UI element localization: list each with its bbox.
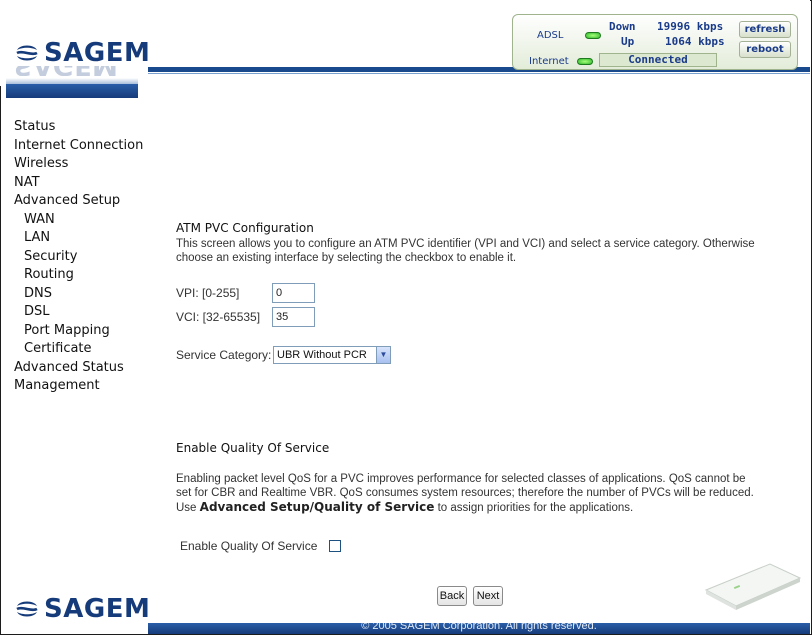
qos-checkbox[interactable] (329, 540, 341, 552)
atm-section-title: ATM PVC Configuration (176, 221, 314, 235)
vpi-input[interactable] (272, 283, 315, 303)
nav-item-port-mapping[interactable]: Port Mapping (14, 322, 143, 341)
nav-item-internet-connection[interactable]: Internet Connection (14, 137, 143, 156)
header-divider-thin (148, 73, 810, 74)
nav-item-advanced-status[interactable]: Advanced Status (14, 359, 143, 378)
nav-item-dns[interactable]: DNS (14, 285, 143, 304)
qos-section-title: Enable Quality Of Service (176, 441, 330, 455)
nav-item-nat[interactable]: NAT (14, 174, 143, 193)
copyright-text: © 2005 SAGEM Corporation. All rights res… (361, 623, 597, 632)
sagem-logo-icon (16, 601, 38, 617)
connection-status: Connected (599, 53, 717, 67)
up-label: Up (621, 35, 635, 48)
refresh-button[interactable]: refresh (739, 21, 791, 38)
footer-bar: © 2005 SAGEM Corporation. All rights res… (148, 623, 810, 634)
sidebar-nav: Status Internet Connection Wireless NAT … (14, 118, 143, 396)
qos-checkbox-label: Enable Quality Of Service (180, 539, 318, 553)
nav-item-lan[interactable]: LAN (14, 229, 143, 248)
nav-item-certificate[interactable]: Certificate (14, 340, 143, 359)
service-category-label: Service Category: (176, 348, 272, 362)
nav-item-advanced-setup[interactable]: Advanced Setup (14, 192, 143, 211)
nav-item-wireless[interactable]: Wireless (14, 155, 143, 174)
adsl-led-icon (585, 32, 601, 39)
nav-item-routing[interactable]: Routing (14, 266, 143, 285)
nav-item-wan[interactable]: WAN (14, 211, 143, 230)
brand-logo: SAGEM (14, 38, 150, 68)
header: SAGEM SAGEM ADSL Internet Down 19996 kbp… (0, 0, 810, 98)
brand-name: SAGEM (44, 594, 151, 624)
down-rate: 19996 kbps (657, 20, 724, 33)
chevron-down-icon[interactable]: ▼ (376, 347, 390, 363)
internet-label: Internet (529, 56, 569, 67)
nav-item-security[interactable]: Security (14, 248, 143, 267)
adsl-label: ADSL (537, 30, 564, 41)
service-category-select[interactable]: UBR Without PCR ▼ (273, 346, 391, 364)
nav-item-management[interactable]: Management (14, 377, 143, 396)
atm-description: This screen allows you to configure an A… (176, 238, 755, 264)
footer-logo: SAGEM (14, 594, 150, 624)
vci-input[interactable] (272, 307, 315, 327)
vpi-label: VPI: [0-255] (176, 286, 240, 300)
vci-label: VCI: [32-65535] (176, 310, 261, 324)
logo-reflection: SAGEM (14, 66, 144, 76)
sidebar-header-bar (6, 78, 138, 98)
next-button[interactable]: Next (473, 586, 503, 606)
brand-name: SAGEM (44, 38, 151, 68)
internet-led-icon (577, 58, 593, 65)
modem-device-icon (704, 563, 802, 610)
nav-item-dsl[interactable]: DSL (14, 303, 143, 322)
qos-settings-link: Advanced Setup/Quality of Service (199, 500, 435, 514)
qos-description: Enabling packet level QoS for a PVC impr… (176, 473, 754, 514)
sidebar: Status Internet Connection Wireless NAT … (0, 98, 148, 628)
up-rate: 1064 kbps (665, 35, 725, 48)
reboot-button[interactable]: reboot (739, 41, 791, 58)
sagem-logo-icon (16, 45, 38, 61)
service-category-value: UBR Without PCR (277, 349, 367, 361)
down-label: Down (609, 20, 636, 33)
status-panel: ADSL Internet Down 19996 kbps Up 1064 kb… (512, 14, 798, 70)
nav-item-status[interactable]: Status (14, 118, 143, 137)
back-button[interactable]: Back (437, 586, 467, 606)
